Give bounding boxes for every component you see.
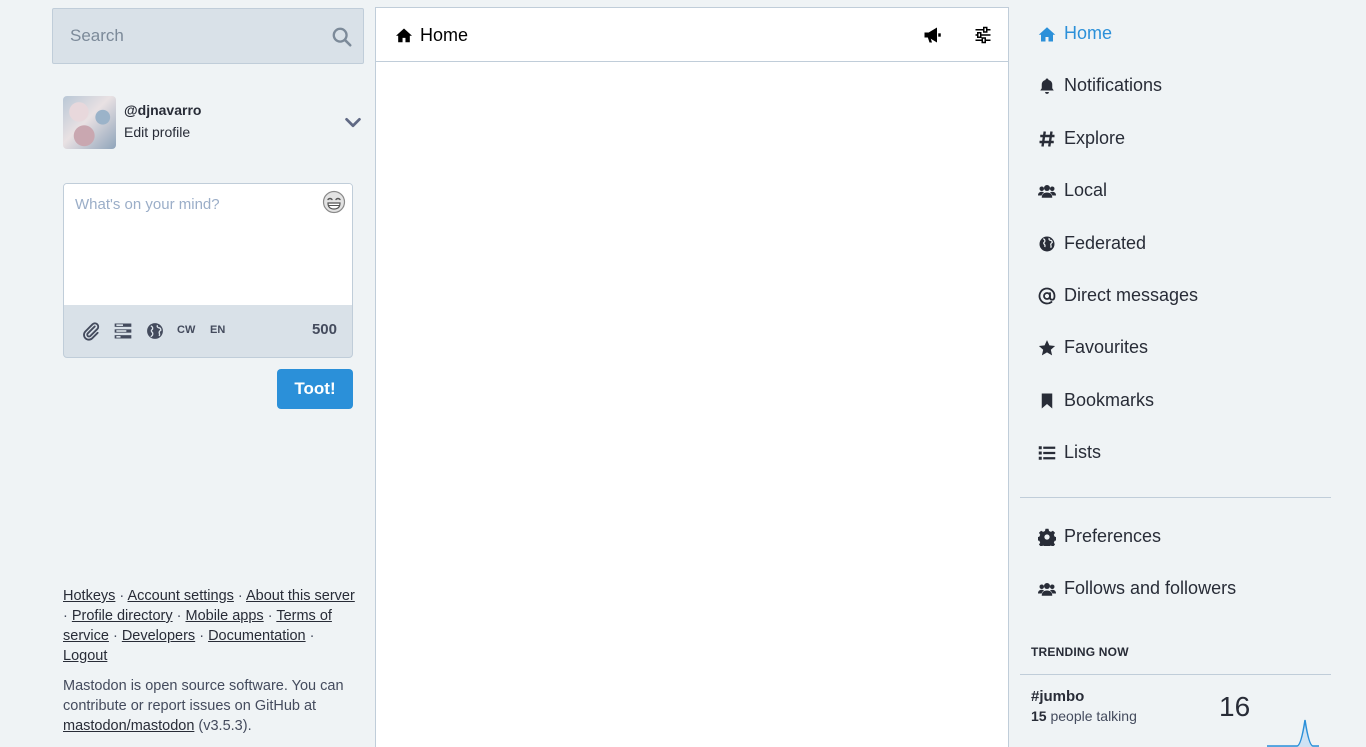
version-text: (v3.5.3). <box>194 718 252 734</box>
list-icon <box>1038 446 1056 460</box>
gear-icon <box>1038 528 1056 546</box>
mobile-apps-link[interactable]: Mobile apps <box>185 608 263 624</box>
separator: · <box>199 628 209 644</box>
trend-count: 16 <box>1219 691 1251 722</box>
search-input[interactable] <box>53 9 363 63</box>
account-settings-link[interactable]: Account settings <box>127 588 233 604</box>
trend-people-suffix: people talking <box>1046 708 1137 724</box>
compose-textarea[interactable] <box>64 184 352 305</box>
trend-hashtag[interactable]: #jumbo <box>1031 688 1084 705</box>
edit-profile-link[interactable]: Edit profile <box>124 124 190 140</box>
account-handle[interactable]: @djnavarro <box>124 102 201 118</box>
avatar[interactable] <box>63 96 116 149</box>
logout-link[interactable]: Logout <box>63 648 107 664</box>
left-column: @djnavarro Edit profile <box>52 8 364 409</box>
nav-item-follows-followers[interactable]: Follows and followers <box>1020 566 1331 618</box>
compose-toolbar: CW EN 500 <box>64 305 352 357</box>
profile-directory-link[interactable]: Profile directory <box>72 608 173 624</box>
megaphone-icon[interactable] <box>922 25 942 45</box>
bell-icon <box>1040 78 1054 95</box>
about-server-link[interactable]: About this server <box>246 588 355 604</box>
at-icon <box>1038 287 1056 305</box>
nav-item-lists[interactable]: Lists <box>1020 427 1331 479</box>
paperclip-icon[interactable] <box>81 321 101 341</box>
nav-item-label: Federated <box>1064 232 1147 253</box>
trending-title: TRENDING NOW <box>1020 645 1331 675</box>
nav-item-home[interactable]: Home <box>1020 8 1331 60</box>
separator: · <box>112 628 122 644</box>
separator: · <box>63 608 72 624</box>
users-icon <box>1038 582 1056 596</box>
nav-item-label: Preferences <box>1064 525 1162 546</box>
nav-item-local[interactable]: Local <box>1020 165 1331 217</box>
nav-item-label: Explore <box>1064 127 1126 148</box>
home-icon <box>1038 27 1056 42</box>
nav-item-direct-messages[interactable]: Direct messages <box>1020 270 1331 322</box>
trending-panel: TRENDING NOW #jumbo 15 people talking 16 <box>1020 645 1331 747</box>
nav-item-bookmarks[interactable]: Bookmarks <box>1020 375 1331 427</box>
nav-divider <box>1020 496 1331 498</box>
users-icon <box>1038 185 1056 198</box>
trend-sparkline <box>1267 719 1319 747</box>
documentation-link[interactable]: Documentation <box>208 628 306 644</box>
language-button[interactable]: EN <box>210 324 225 336</box>
nav-item-federated[interactable]: Federated <box>1020 218 1331 270</box>
nav-item-favourites[interactable]: Favourites <box>1020 322 1331 374</box>
nav-item-label: Notifications <box>1064 75 1163 96</box>
navigation-panel: Home Notifications Explore Local Federat… <box>1020 8 1331 618</box>
hotkeys-link[interactable]: Hotkeys <box>63 588 115 604</box>
chevron-down-icon[interactable] <box>342 112 364 134</box>
search-box <box>52 8 364 64</box>
nav-item-explore[interactable]: Explore <box>1020 113 1331 165</box>
globe-icon[interactable] <box>145 321 165 341</box>
about-text-body: Mastodon is open source software. You ca… <box>63 678 344 714</box>
trend-people-count: 15 <box>1031 708 1047 724</box>
hashtag-icon <box>1039 131 1055 147</box>
nav-item-label: Bookmarks <box>1064 389 1155 410</box>
nav-item-preferences[interactable]: Preferences <box>1020 514 1331 566</box>
nav-item-label: Home <box>1064 23 1113 43</box>
column-header[interactable]: Home <box>376 8 1008 62</box>
separator: · <box>309 628 315 644</box>
footer-links: Hotkeys · Account settings · About this … <box>63 586 359 736</box>
sliders-icon[interactable] <box>974 26 992 44</box>
nav-item-notifications[interactable]: Notifications <box>1020 60 1331 112</box>
home-icon <box>396 28 412 43</box>
star-icon <box>1038 340 1056 356</box>
nav-item-label: Direct messages <box>1064 284 1199 305</box>
emoji-picker-icon[interactable] <box>322 190 346 214</box>
nav-item-label: Follows and followers <box>1064 577 1237 598</box>
home-column: Home <box>375 7 1009 747</box>
nav-item-label: Favourites <box>1064 337 1149 358</box>
bookmark-icon <box>1041 393 1053 409</box>
nav-item-label: Local <box>1064 180 1108 201</box>
compose-text-area <box>64 184 352 305</box>
search-icon[interactable] <box>331 26 353 48</box>
trend-item[interactable]: #jumbo 15 people talking 16 <box>1020 675 1331 747</box>
repo-link[interactable]: mastodon/mastodon <box>63 718 194 734</box>
separator: · <box>237 588 246 604</box>
character-counter: 500 <box>311 321 337 338</box>
developers-link[interactable]: Developers <box>122 628 195 644</box>
compose-form: CW EN 500 <box>63 183 353 358</box>
content-warning-button[interactable]: CW <box>177 324 195 336</box>
footer-nav: Hotkeys · Account settings · About this … <box>63 586 359 666</box>
toot-button[interactable]: Toot! <box>277 369 353 409</box>
account-panel: @djnavarro Edit profile <box>63 96 364 150</box>
poll-icon[interactable] <box>113 321 133 341</box>
globe-icon <box>1039 236 1055 252</box>
about-text: Mastodon is open source software. You ca… <box>63 676 359 736</box>
column-title: Home <box>420 25 469 45</box>
nav-item-label: Lists <box>1064 442 1102 463</box>
trend-people: 15 people talking <box>1031 708 1137 724</box>
